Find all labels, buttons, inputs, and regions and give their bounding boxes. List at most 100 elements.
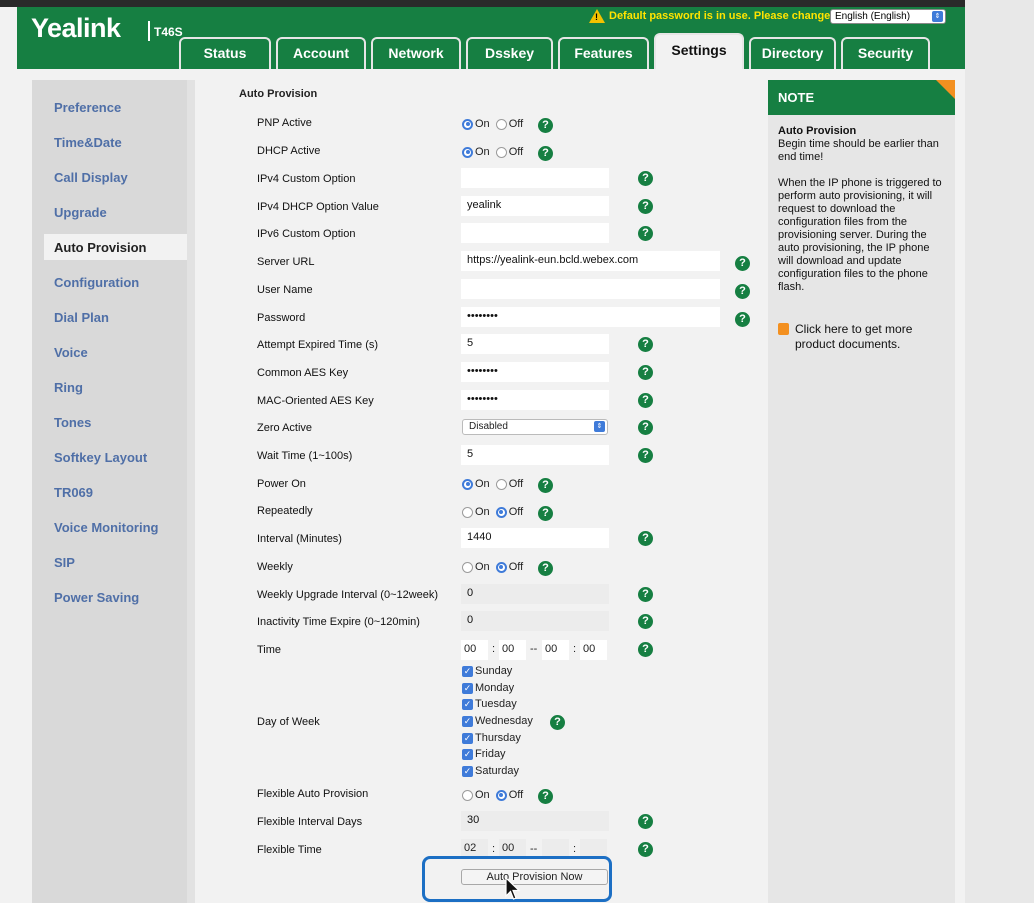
help-icon[interactable]: ? — [538, 146, 553, 161]
weekly-upgrade-interval-field[interactable]: 0 — [461, 584, 609, 604]
server-url-field[interactable]: https://yealink-eun.bcld.webex.com — [461, 251, 720, 271]
sidebar-item-voice[interactable]: Voice — [54, 345, 88, 360]
repeatedly-on-radio[interactable] — [462, 506, 473, 518]
help-icon[interactable]: ? — [638, 199, 653, 214]
attempt-expired-time-field[interactable]: 5 — [461, 334, 609, 354]
checkbox-checked-icon: ✓ — [462, 748, 473, 760]
time-end-hour[interactable]: 00 — [542, 640, 569, 660]
pnp-off-radio[interactable] — [495, 118, 507, 130]
tab-dsskey[interactable]: Dsskey — [466, 37, 553, 69]
time-start-minute[interactable]: 00 — [499, 640, 526, 660]
help-icon[interactable]: ? — [638, 642, 653, 657]
flexible-interval-days-field[interactable]: 30 — [461, 811, 609, 831]
flexible-off-radio[interactable] — [495, 789, 507, 801]
tab-directory[interactable]: Directory — [749, 37, 836, 69]
ipv4-custom-option-label: IPv4 Custom Option — [257, 173, 356, 185]
note-panel: Auto Provision Begin time should be earl… — [768, 115, 955, 903]
help-icon[interactable]: ? — [538, 561, 553, 576]
time-end-minute[interactable]: 00 — [580, 640, 607, 660]
mac-oriented-aes-key-label: MAC-Oriented AES Key — [257, 395, 374, 407]
dhcp-on-radio[interactable] — [462, 146, 473, 158]
sidebar-item-preference[interactable]: Preference — [54, 100, 121, 115]
power-on-off-radio[interactable] — [495, 478, 507, 490]
help-icon[interactable]: ? — [638, 171, 653, 186]
common-aes-key-field[interactable]: •••••••• — [461, 362, 609, 382]
day-saturday-checkbox[interactable]: ✓ Saturday — [462, 765, 519, 777]
help-icon[interactable]: ? — [638, 448, 653, 463]
help-icon[interactable]: ? — [638, 614, 653, 629]
help-icon[interactable]: ? — [735, 312, 750, 327]
help-icon[interactable]: ? — [638, 420, 653, 435]
help-icon[interactable]: ? — [638, 337, 653, 352]
sidebar-item-ring[interactable]: Ring — [54, 380, 83, 395]
pnp-on-radio[interactable] — [462, 118, 473, 130]
day-wednesday-checkbox[interactable]: ✓ Wednesday — [462, 715, 533, 727]
password-field[interactable]: •••••••• — [461, 307, 720, 327]
help-icon[interactable]: ? — [735, 284, 750, 299]
sidebar-item-power-saving[interactable]: Power Saving — [54, 590, 139, 605]
day-thursday-checkbox[interactable]: ✓ Thursday — [462, 732, 521, 744]
sidebar-item-time-date[interactable]: Time&Date — [54, 135, 122, 150]
flexible-on-radio[interactable] — [462, 789, 473, 801]
tab-account[interactable]: Account — [276, 37, 366, 69]
time-start-hour[interactable]: 00 — [461, 640, 488, 660]
help-icon[interactable]: ? — [538, 118, 553, 133]
sidebar-item-upgrade[interactable]: Upgrade — [54, 205, 107, 220]
header-bar: Yealink T46S ! Default password is in us… — [17, 7, 965, 69]
user-name-field[interactable] — [461, 279, 720, 299]
inactivity-time-expire-field[interactable]: 0 — [461, 611, 609, 631]
help-icon[interactable]: ? — [538, 506, 553, 521]
help-icon[interactable]: ? — [638, 365, 653, 380]
help-icon[interactable]: ? — [638, 587, 653, 602]
help-icon[interactable]: ? — [638, 531, 653, 546]
power-on-radio: On Off — [462, 478, 529, 490]
wait-time-field[interactable]: 5 — [461, 445, 609, 465]
help-icon[interactable]: ? — [638, 393, 653, 408]
sidebar-item-tones[interactable]: Tones — [54, 415, 91, 430]
ipv6-custom-option-field[interactable] — [461, 223, 609, 243]
weekly-on-radio[interactable] — [462, 561, 473, 573]
day-friday-checkbox[interactable]: ✓ Friday — [462, 748, 506, 760]
sidebar-item-configuration[interactable]: Configuration — [54, 275, 139, 290]
power-on-on-radio[interactable] — [462, 478, 473, 490]
help-icon[interactable]: ? — [538, 478, 553, 493]
product-documents-link[interactable]: Click here to get more product documents… — [778, 322, 945, 352]
tab-settings[interactable]: Settings — [654, 33, 744, 69]
checkbox-checked-icon: ✓ — [462, 682, 473, 694]
yealink-logo: Yealink — [31, 13, 121, 43]
help-icon[interactable]: ? — [735, 256, 750, 271]
help-icon[interactable]: ? — [638, 842, 653, 857]
help-icon[interactable]: ? — [638, 814, 653, 829]
day-monday-checkbox[interactable]: ✓ Monday — [462, 682, 514, 694]
tab-security[interactable]: Security — [841, 37, 930, 69]
sidebar-item-dial-plan[interactable]: Dial Plan — [54, 310, 109, 325]
weekly-off-radio[interactable] — [495, 561, 507, 573]
tab-network[interactable]: Network — [371, 37, 461, 69]
tab-status[interactable]: Status — [179, 37, 271, 69]
help-icon[interactable]: ? — [638, 226, 653, 241]
zero-active-select[interactable]: Disabled ⇕ — [462, 419, 608, 435]
day-tuesday-checkbox[interactable]: ✓ Tuesday — [462, 698, 517, 710]
day-sunday-checkbox[interactable]: ✓ Sunday — [462, 665, 512, 677]
pnp-active-radio: On Off — [462, 118, 529, 130]
ipv4-dhcp-option-value-field[interactable]: yealink — [461, 196, 609, 216]
sidebar-item-tr069[interactable]: TR069 — [54, 485, 93, 500]
tab-features[interactable]: Features — [558, 37, 649, 69]
help-icon[interactable]: ? — [550, 715, 565, 730]
language-select[interactable]: English (English) ⇕ — [830, 9, 946, 24]
repeatedly-off-radio[interactable] — [495, 506, 507, 518]
sidebar-item-voice-monitoring[interactable]: Voice Monitoring — [54, 520, 158, 535]
weekly-radio: On Off — [462, 561, 529, 573]
sidebar-item-auto-provision[interactable]: Auto Provision — [44, 234, 222, 260]
interval-field[interactable]: 1440 — [461, 528, 609, 548]
sidebar-item-call-display[interactable]: Call Display — [54, 170, 128, 185]
mac-oriented-aes-key-field[interactable]: •••••••• — [461, 390, 609, 410]
checkbox-checked-icon: ✓ — [462, 765, 473, 777]
help-icon[interactable]: ? — [538, 789, 553, 804]
sidebar-item-softkey-layout[interactable]: Softkey Layout — [54, 450, 147, 465]
ipv4-custom-option-field[interactable] — [461, 168, 609, 188]
main-tabs: Status Account Network Dsskey Features S… — [179, 33, 935, 69]
dhcp-off-radio[interactable] — [495, 146, 507, 158]
sidebar-item-sip[interactable]: SIP — [54, 555, 75, 570]
browser-top-bar — [0, 0, 1034, 7]
